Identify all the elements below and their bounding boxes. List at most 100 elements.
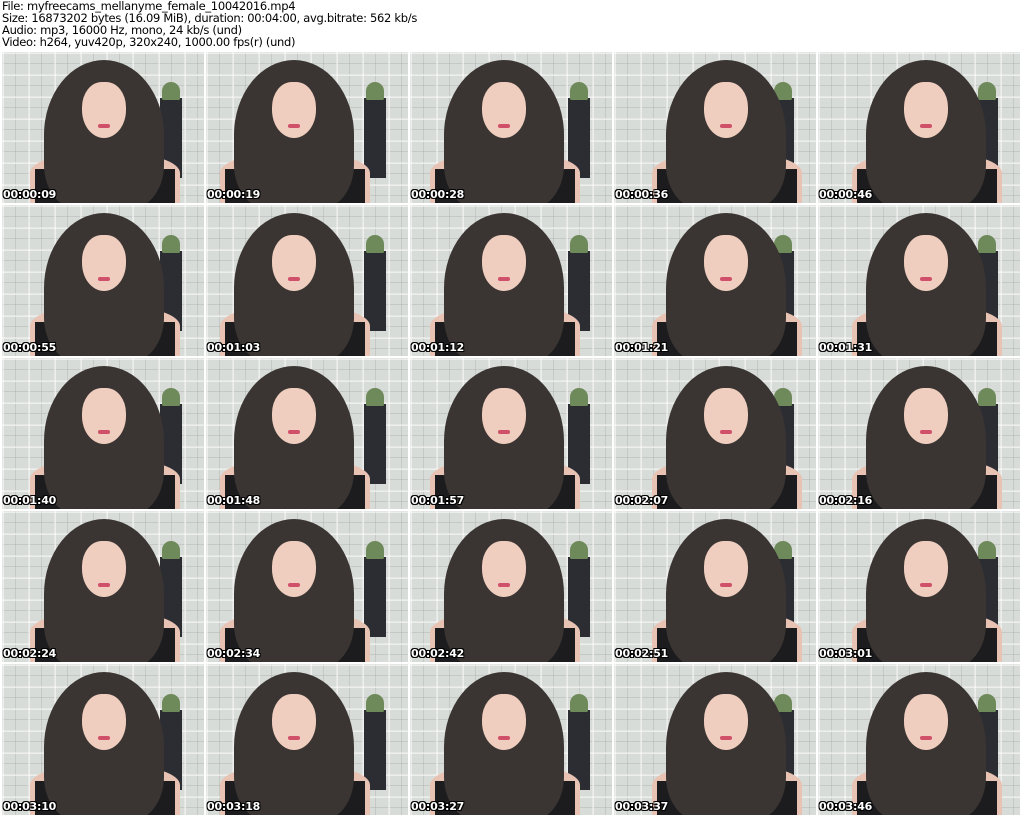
- frame-timestamp: 00:00:55: [3, 341, 57, 354]
- frame-timestamp: 00:00:28: [411, 188, 465, 201]
- plant: [366, 541, 384, 559]
- lips: [920, 430, 932, 434]
- shelf: [364, 251, 386, 331]
- face: [82, 235, 126, 291]
- lips: [720, 124, 732, 128]
- video-frame-thumbnail: 00:02:42: [410, 511, 612, 662]
- face: [482, 694, 526, 750]
- face: [704, 694, 748, 750]
- plant: [570, 694, 588, 712]
- face: [272, 388, 316, 444]
- video-frame-thumbnail: 00:03:27: [410, 664, 612, 815]
- lips: [288, 736, 300, 740]
- video-frame-thumbnail: 00:03:01: [818, 511, 1020, 662]
- face: [482, 541, 526, 597]
- shelf: [364, 710, 386, 790]
- video-frame-thumbnail: 00:01:57: [410, 358, 612, 509]
- plant: [162, 388, 180, 406]
- face: [904, 694, 948, 750]
- video-frame-thumbnail: 00:00:09: [2, 52, 204, 203]
- face: [704, 388, 748, 444]
- shelf: [364, 404, 386, 484]
- face: [82, 541, 126, 597]
- frame-timestamp: 00:03:10: [3, 800, 57, 813]
- lips: [720, 277, 732, 281]
- video-frame-thumbnail: 00:03:37: [614, 664, 816, 815]
- video-frame-thumbnail: 00:03:10: [2, 664, 204, 815]
- face: [482, 235, 526, 291]
- lips: [720, 430, 732, 434]
- frame-timestamp: 00:02:16: [819, 494, 873, 507]
- frame-timestamp: 00:03:27: [411, 800, 465, 813]
- face: [272, 694, 316, 750]
- plant: [366, 388, 384, 406]
- plant: [978, 388, 996, 406]
- frame-timestamp: 00:00:36: [615, 188, 669, 201]
- plant: [570, 235, 588, 253]
- frame-timestamp: 00:01:40: [3, 494, 57, 507]
- video-frame-thumbnail: 00:01:31: [818, 205, 1020, 356]
- frame-timestamp: 00:01:03: [207, 341, 261, 354]
- frame-timestamp: 00:02:34: [207, 647, 261, 660]
- frame-timestamp: 00:00:19: [207, 188, 261, 201]
- face: [482, 388, 526, 444]
- face: [82, 82, 126, 138]
- plant: [570, 388, 588, 406]
- face: [904, 82, 948, 138]
- face: [904, 541, 948, 597]
- thumbnail-grid: 00:00:09 00:00:19 00:00:28 00:00:36 00:00:46…: [2, 52, 1020, 815]
- frame-timestamp: 00:00:46: [819, 188, 873, 201]
- lips: [498, 124, 510, 128]
- lips: [498, 736, 510, 740]
- face: [272, 82, 316, 138]
- frame-timestamp: 00:03:18: [207, 800, 261, 813]
- video-frame-thumbnail: 00:01:21: [614, 205, 816, 356]
- lips: [98, 124, 110, 128]
- frame-timestamp: 00:02:07: [615, 494, 669, 507]
- face: [904, 235, 948, 291]
- face: [704, 235, 748, 291]
- video-frame-thumbnail: 00:02:07: [614, 358, 816, 509]
- video-frame-thumbnail: 00:00:19: [206, 52, 408, 203]
- video-frame-thumbnail: 00:00:28: [410, 52, 612, 203]
- lips: [920, 124, 932, 128]
- frame-timestamp: 00:01:57: [411, 494, 465, 507]
- plant: [366, 82, 384, 100]
- frame-timestamp: 00:03:46: [819, 800, 873, 813]
- face: [82, 388, 126, 444]
- lips: [920, 277, 932, 281]
- lips: [920, 736, 932, 740]
- video-frame-thumbnail: 00:02:24: [2, 511, 204, 662]
- face: [704, 541, 748, 597]
- plant: [978, 235, 996, 253]
- shelf: [364, 557, 386, 637]
- video-frame-thumbnail: 00:00:46: [818, 52, 1020, 203]
- lips: [720, 583, 732, 587]
- video-frame-thumbnail: 00:01:48: [206, 358, 408, 509]
- video-frame-thumbnail: 00:03:18: [206, 664, 408, 815]
- file-info-header: File: myfreecams_mellanyme_female_100420…: [2, 0, 417, 48]
- video-frame-thumbnail: 00:02:51: [614, 511, 816, 662]
- face: [272, 235, 316, 291]
- frame-timestamp: 00:03:01: [819, 647, 873, 660]
- lips: [288, 430, 300, 434]
- plant: [366, 235, 384, 253]
- lips: [288, 277, 300, 281]
- plant: [978, 541, 996, 559]
- plant: [570, 82, 588, 100]
- plant: [570, 541, 588, 559]
- face: [704, 82, 748, 138]
- lips: [498, 277, 510, 281]
- frame-timestamp: 00:03:37: [615, 800, 669, 813]
- frame-timestamp: 00:02:42: [411, 647, 465, 660]
- video-frame-thumbnail: 00:02:16: [818, 358, 1020, 509]
- lips: [498, 430, 510, 434]
- face: [272, 541, 316, 597]
- frame-timestamp: 00:00:09: [3, 188, 57, 201]
- plant: [162, 235, 180, 253]
- lips: [98, 583, 110, 587]
- lips: [920, 583, 932, 587]
- video-frame-thumbnail: 00:01:03: [206, 205, 408, 356]
- lips: [288, 583, 300, 587]
- video-info: Video: h264, yuv420p, 320x240, 1000.00 f…: [2, 35, 296, 49]
